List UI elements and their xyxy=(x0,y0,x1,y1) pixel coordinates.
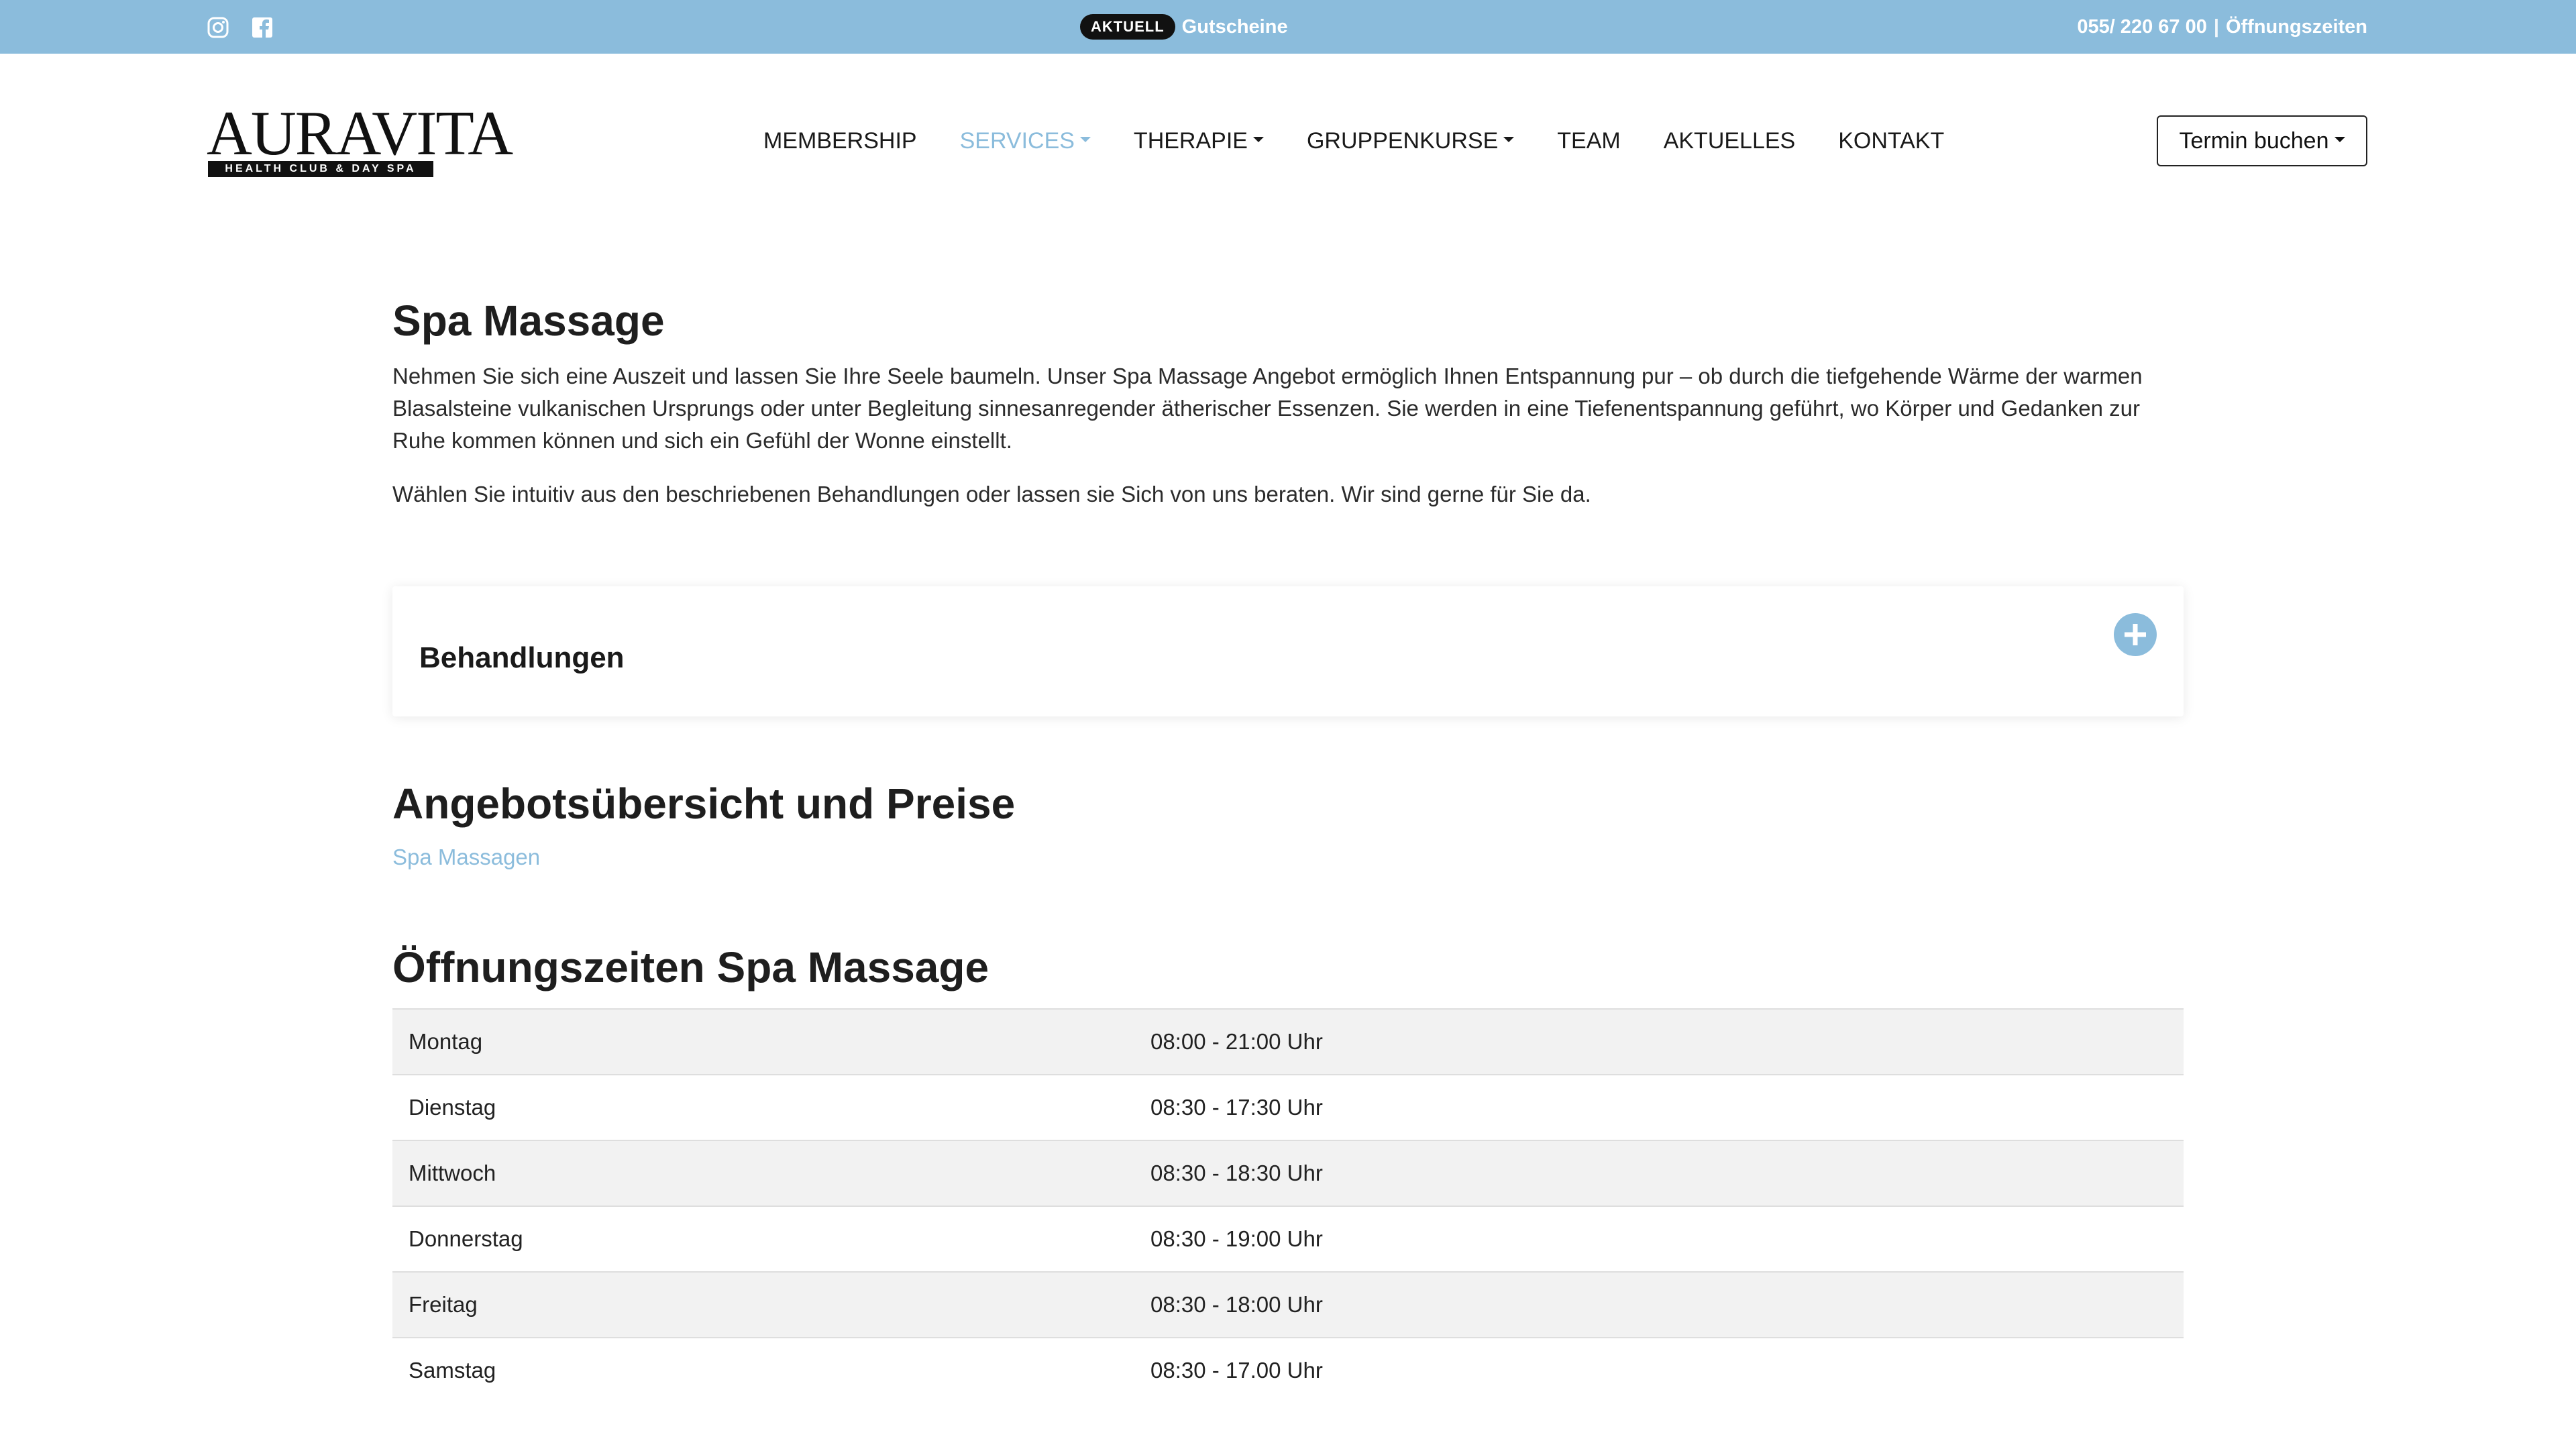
phone-link[interactable]: 055/ 220 67 00 xyxy=(2077,16,2207,38)
plus-icon[interactable] xyxy=(2114,613,2157,656)
book-appointment-button[interactable]: Termin buchen xyxy=(2157,115,2367,166)
day-cell: Montag xyxy=(392,1008,1150,1075)
day-cell: Freitag xyxy=(392,1271,1150,1338)
table-row: Mittwoch 08:30 - 18:30 Uhr xyxy=(392,1139,2184,1206)
treatments-accordion[interactable]: Behandlungen xyxy=(392,586,2184,716)
nav-membership[interactable]: MEMBERSHIP xyxy=(763,128,917,154)
nav-gruppenkurse[interactable]: GRUPPENKURSE xyxy=(1306,127,1515,154)
main-nav: MEMBERSHIP SERVICES THERAPIE GRUPPENKURS… xyxy=(763,125,1944,157)
contact-info: 055/ 220 67 00 | Öffnungszeiten xyxy=(2077,13,2367,40)
intro-section: Spa Massage Nehmen Sie sich eine Auszeit… xyxy=(392,295,2184,511)
offers-heading: Angebotsübersicht und Preise xyxy=(392,780,1016,828)
nav-label: TEAM xyxy=(1557,127,1621,154)
promo-link[interactable]: Gutscheine xyxy=(1182,16,1288,38)
hours-table: Montag 08:00 - 21:00 Uhr Dienstag 08:30 … xyxy=(392,1008,2184,1403)
page-title: Spa Massage xyxy=(392,297,665,345)
social-links xyxy=(207,16,274,39)
intro-paragraph: Wählen Sie intuitiv aus den beschriebene… xyxy=(392,481,1591,506)
nav-aktuelles[interactable]: AKTUELLES xyxy=(1664,128,1796,154)
time-cell: 08:30 - 18:30 Uhr xyxy=(1150,1139,2184,1206)
logo-wordmark: AURAVITA xyxy=(207,99,513,168)
nav-label: MEMBERSHIP xyxy=(763,127,917,154)
accordion-title: Behandlungen xyxy=(419,641,625,674)
nav-services[interactable]: SERVICES xyxy=(960,128,1091,154)
status-badge: AKTUELL xyxy=(1080,14,1175,40)
logo-tagline: HEALTH CLUB & DAY SPA xyxy=(208,161,433,177)
nav-label: GRUPPENKURSE xyxy=(1306,127,1499,154)
nav-label: SERVICES xyxy=(959,127,1075,154)
day-cell: Dienstag xyxy=(392,1073,1150,1140)
table-row: Dienstag 08:30 - 17:30 Uhr xyxy=(392,1073,2184,1140)
caret-down-icon xyxy=(2334,137,2345,142)
nav-therapie[interactable]: THERAPIE xyxy=(1134,128,1264,154)
nav-label: THERAPIE xyxy=(1133,127,1248,154)
logo[interactable]: AURAVITA HEALTH CLUB & DAY SPA xyxy=(207,102,513,180)
day-cell: Samstag xyxy=(392,1336,1150,1403)
top-bar: AKTUELL Gutscheine 055/ 220 67 00 | Öffn… xyxy=(0,0,2576,54)
day-cell: Donnerstag xyxy=(392,1205,1150,1272)
caret-down-icon xyxy=(1079,137,1091,142)
offers-section: Angebotsübersicht und Preise Spa Massage… xyxy=(392,778,2184,870)
time-cell: 08:30 - 18:00 Uhr xyxy=(1150,1271,2184,1338)
book-button-label: Termin buchen xyxy=(2179,127,2329,154)
table-row: Freitag 08:30 - 18:00 Uhr xyxy=(392,1271,2184,1338)
day-cell: Mittwoch xyxy=(392,1139,1150,1206)
intro-text: Nehmen Sie sich eine Auszeit und lassen … xyxy=(392,360,2184,511)
instagram-icon[interactable] xyxy=(207,16,229,39)
intro-paragraph: Nehmen Sie sich eine Auszeit und lassen … xyxy=(392,363,2143,453)
nav-team[interactable]: TEAM xyxy=(1557,128,1620,154)
opening-hours-section: Öffnungszeiten Spa Massage Montag 08:00 … xyxy=(392,942,2184,1403)
time-cell: 08:30 - 17.00 Uhr xyxy=(1150,1336,2184,1403)
facebook-icon[interactable] xyxy=(251,16,274,39)
caret-down-icon xyxy=(1503,137,1515,142)
time-cell: 08:00 - 21:00 Uhr xyxy=(1150,1008,2184,1075)
time-cell: 08:30 - 19:00 Uhr xyxy=(1150,1205,2184,1272)
table-row: Samstag 08:30 - 17.00 Uhr xyxy=(392,1336,2184,1403)
opening-hours-link[interactable]: Öffnungszeiten xyxy=(2226,16,2367,38)
nav-kontakt[interactable]: KONTAKT xyxy=(1838,128,1944,154)
nav-label: KONTAKT xyxy=(1838,127,1945,154)
nav-label: AKTUELLES xyxy=(1663,127,1796,154)
promo[interactable]: AKTUELL Gutscheine xyxy=(1080,13,1288,40)
spa-massagen-link[interactable]: Spa Massagen xyxy=(392,845,540,870)
caret-down-icon xyxy=(1252,137,1264,142)
separator: | xyxy=(2213,15,2219,38)
table-row: Montag 08:00 - 21:00 Uhr xyxy=(392,1008,2184,1075)
hours-heading: Öffnungszeiten Spa Massage xyxy=(392,943,989,991)
time-cell: 08:30 - 17:30 Uhr xyxy=(1150,1073,2184,1140)
table-row: Donnerstag 08:30 - 19:00 Uhr xyxy=(392,1205,2184,1272)
